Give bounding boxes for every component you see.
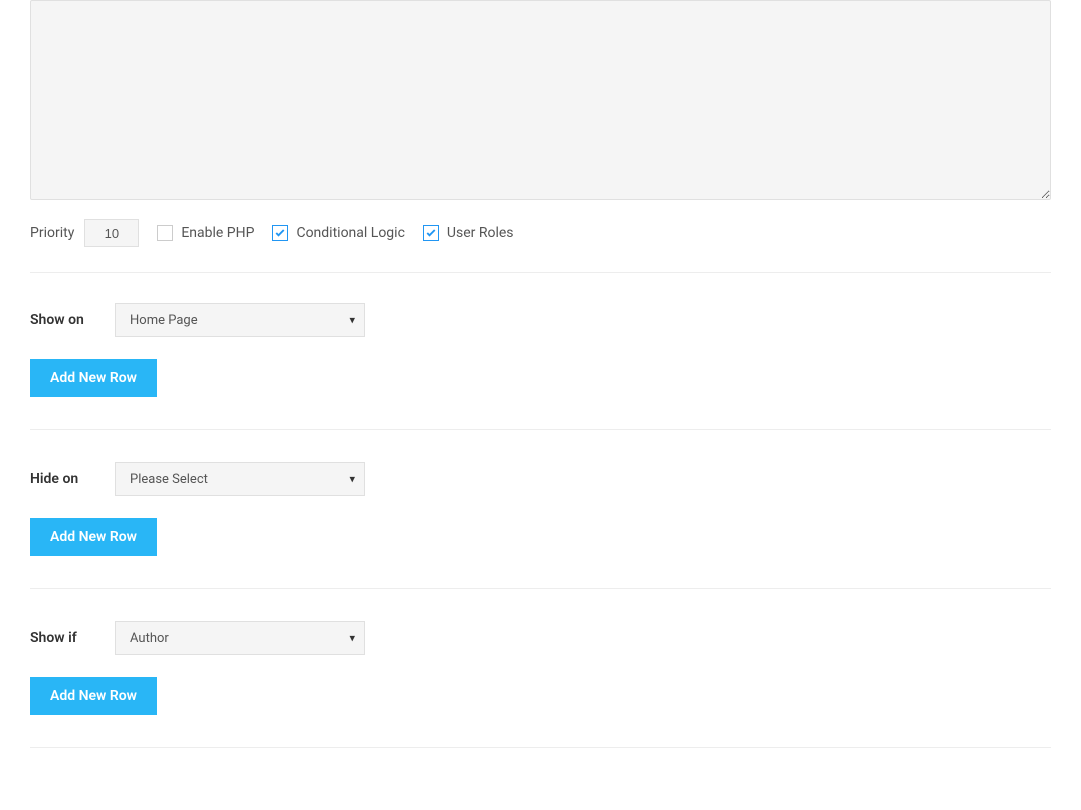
check-icon bbox=[425, 227, 437, 239]
hide-on-select-wrapper: Please Select bbox=[115, 462, 365, 496]
enable-php-checkbox[interactable] bbox=[157, 225, 173, 241]
priority-group: Priority bbox=[30, 219, 139, 247]
user-roles-checkbox[interactable] bbox=[423, 225, 439, 241]
hide-on-add-row-button[interactable]: Add New Row bbox=[30, 518, 157, 556]
enable-php-group: Enable PHP bbox=[157, 225, 254, 241]
enable-php-label: Enable PHP bbox=[181, 225, 254, 241]
code-textarea[interactable] bbox=[30, 0, 1051, 200]
check-icon bbox=[274, 227, 286, 239]
show-if-add-row-button[interactable]: Add New Row bbox=[30, 677, 157, 715]
show-on-add-row-button[interactable]: Add New Row bbox=[30, 359, 157, 397]
show-on-select[interactable]: Home Page bbox=[115, 303, 365, 337]
show-on-section: Show on Home Page Add New Row bbox=[30, 303, 1051, 430]
hide-on-row: Hide on Please Select bbox=[30, 462, 1051, 496]
hide-on-section: Hide on Please Select Add New Row bbox=[30, 462, 1051, 589]
show-if-label: Show if bbox=[30, 630, 85, 646]
show-if-select[interactable]: Author bbox=[115, 621, 365, 655]
hide-on-select[interactable]: Please Select bbox=[115, 462, 365, 496]
show-on-label: Show on bbox=[30, 312, 85, 328]
hide-on-label: Hide on bbox=[30, 471, 85, 487]
show-on-row: Show on Home Page bbox=[30, 303, 1051, 337]
conditional-logic-checkbox[interactable] bbox=[272, 225, 288, 241]
options-row: Priority Enable PHP Conditional Logic Us… bbox=[30, 219, 1051, 273]
conditional-logic-group: Conditional Logic bbox=[272, 225, 404, 241]
show-if-row: Show if Author bbox=[30, 621, 1051, 655]
conditional-logic-label: Conditional Logic bbox=[296, 225, 404, 241]
show-on-select-wrapper: Home Page bbox=[115, 303, 365, 337]
user-roles-group: User Roles bbox=[423, 225, 514, 241]
show-if-select-wrapper: Author bbox=[115, 621, 365, 655]
priority-input[interactable] bbox=[84, 219, 139, 247]
priority-label: Priority bbox=[30, 225, 74, 241]
user-roles-label: User Roles bbox=[447, 225, 514, 241]
show-if-section: Show if Author Add New Row bbox=[30, 621, 1051, 748]
